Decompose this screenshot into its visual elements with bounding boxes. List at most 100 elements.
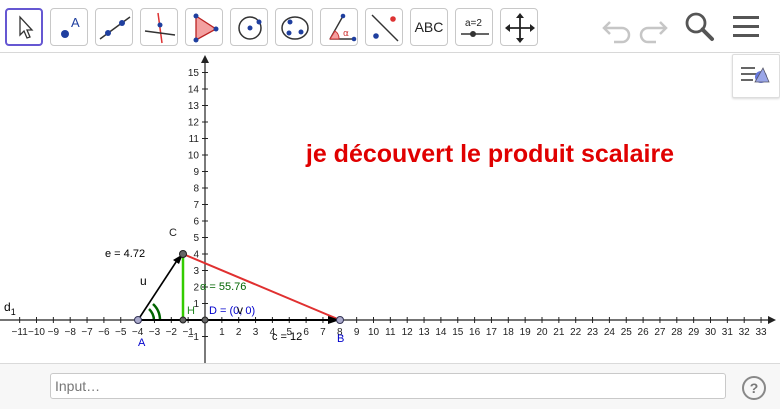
x-tick-label: 23 bbox=[587, 327, 599, 338]
undo-button[interactable] bbox=[600, 10, 634, 44]
cursor-arrow-icon bbox=[19, 15, 34, 39]
hamburger-menu-icon bbox=[733, 16, 759, 37]
x-tick-label: 30 bbox=[705, 327, 717, 338]
reflect-icon bbox=[371, 14, 399, 42]
x-tick-label: 10 bbox=[368, 327, 380, 338]
x-tick-label: 9 bbox=[354, 327, 360, 338]
x-tick-label: −11 bbox=[12, 327, 29, 338]
label-d1: d1 bbox=[4, 300, 16, 317]
polygon-tool-button[interactable] bbox=[185, 8, 223, 46]
point-icon: A bbox=[61, 15, 80, 38]
point-D[interactable] bbox=[201, 316, 209, 324]
x-tick-label: 19 bbox=[520, 327, 532, 338]
slider-icon: a=2 bbox=[461, 18, 489, 37]
help-button[interactable]: ? bbox=[742, 376, 766, 400]
title-text[interactable]: je découvert le produit scalaire bbox=[305, 140, 674, 168]
x-tick-label: −5 bbox=[115, 327, 127, 338]
x-tick-label: 25 bbox=[621, 327, 633, 338]
label-e: e = 4.72 bbox=[105, 248, 145, 260]
x-tick-label: 3 bbox=[253, 327, 259, 338]
y-tick-label: 12 bbox=[188, 118, 200, 129]
line-tool-button[interactable] bbox=[95, 8, 133, 46]
text-tool-button[interactable]: ABC bbox=[410, 8, 448, 46]
toolbar: A α ABC a=2 bbox=[0, 0, 780, 53]
y-tick-label: −1 bbox=[188, 332, 200, 343]
move-graphics-view-tool-button[interactable] bbox=[500, 8, 538, 46]
label-v: v bbox=[237, 303, 243, 317]
style-bar-toggle[interactable] bbox=[732, 54, 780, 98]
algebra-input[interactable] bbox=[50, 373, 726, 399]
angle-arc-inner[interactable] bbox=[148, 308, 156, 321]
point-B[interactable] bbox=[336, 316, 344, 324]
x-tick-label: 31 bbox=[722, 327, 734, 338]
graphics-view[interactable]: −11 −10 −9 −8 −7 −6 −5 −4 −3 −2 −1 1 2 3 4 5 6 7 8 9 10 11 12 1… bbox=[0, 53, 780, 363]
x-tick-label: −7 bbox=[81, 327, 93, 338]
x-tick-label: 12 bbox=[402, 327, 414, 338]
label-H: H bbox=[187, 305, 195, 317]
x-tick-label: −3 bbox=[149, 327, 161, 338]
y-tick-label: 13 bbox=[188, 101, 200, 112]
conic-icon bbox=[281, 16, 309, 40]
line-icon bbox=[99, 16, 131, 40]
x-tick-label: 2 bbox=[236, 327, 242, 338]
x-tick-label: 27 bbox=[654, 327, 666, 338]
y-tick-label: 11 bbox=[189, 134, 200, 145]
svg-text:α: α bbox=[343, 29, 349, 39]
move-arrows-icon bbox=[505, 13, 535, 43]
x-tick-label: 24 bbox=[604, 327, 616, 338]
search-button[interactable] bbox=[682, 10, 716, 44]
x-tick-label: −9 bbox=[48, 327, 60, 338]
x-tick-label: −10 bbox=[28, 327, 45, 338]
y-tick-label: 9 bbox=[193, 167, 199, 178]
label-u: u bbox=[140, 274, 147, 288]
y-axis-arrow bbox=[201, 55, 209, 63]
style-bar-icon bbox=[741, 67, 770, 83]
reflect-tool-button[interactable] bbox=[365, 8, 403, 46]
slider-tool-button[interactable]: a=2 bbox=[455, 8, 493, 46]
x-tick-label: −2 bbox=[166, 327, 178, 338]
x-tick-label: 21 bbox=[553, 327, 565, 338]
x-tick-label: 7 bbox=[320, 327, 326, 338]
label-B: B bbox=[337, 333, 344, 345]
x-tick-label: 14 bbox=[435, 327, 447, 338]
coordinate-plane[interactable]: −11 −10 −9 −8 −7 −6 −5 −4 −3 −2 −1 1 2 3 4 5 6 7 8 9 10 11 12 1… bbox=[0, 53, 780, 363]
label-D: D = (0, 0) bbox=[209, 305, 255, 317]
y-tick-label: 3 bbox=[193, 266, 199, 277]
x-tick-label: 28 bbox=[671, 327, 683, 338]
x-tick-label: 16 bbox=[469, 327, 481, 338]
help-icon: ? bbox=[749, 380, 759, 396]
angle-tool-button[interactable]: α bbox=[320, 8, 358, 46]
point-A[interactable] bbox=[134, 316, 142, 324]
y-tick-label: 10 bbox=[188, 151, 200, 162]
x-tick-label: 13 bbox=[418, 327, 430, 338]
polygon-icon bbox=[193, 13, 219, 43]
menu-button[interactable] bbox=[730, 10, 764, 44]
x-tick-label: 15 bbox=[452, 327, 464, 338]
undo-icon bbox=[602, 21, 631, 44]
angle-icon: α bbox=[329, 13, 357, 42]
point-tool-button[interactable]: A bbox=[50, 8, 88, 46]
point-H[interactable] bbox=[179, 316, 187, 324]
circle-tool-button[interactable] bbox=[230, 8, 268, 46]
svg-text:a=2: a=2 bbox=[465, 18, 482, 29]
point-C[interactable] bbox=[179, 250, 187, 258]
x-tick-label: 11 bbox=[385, 327, 396, 338]
y-tick-label: 2 bbox=[193, 283, 199, 294]
x-tick-label: 17 bbox=[486, 327, 498, 338]
x-axis-arrow bbox=[768, 316, 776, 324]
x-tick-label: 18 bbox=[503, 327, 515, 338]
perpendicular-line-tool-button[interactable] bbox=[140, 8, 178, 46]
redo-button[interactable] bbox=[636, 10, 670, 44]
y-tick-label: 15 bbox=[188, 68, 200, 79]
redo-icon bbox=[639, 21, 668, 44]
x-tick-label: 33 bbox=[755, 327, 767, 338]
label-c: c = 12 bbox=[272, 331, 302, 343]
perpendicular-line-icon bbox=[144, 12, 176, 44]
circle-icon bbox=[238, 16, 262, 40]
x-tick-label: 22 bbox=[570, 327, 582, 338]
y-tick-label: 14 bbox=[188, 85, 200, 96]
y-tick-label: 6 bbox=[193, 217, 199, 228]
x-tick-label: 20 bbox=[536, 327, 548, 338]
conic-tool-button[interactable] bbox=[275, 8, 313, 46]
move-tool-button[interactable] bbox=[5, 8, 43, 46]
